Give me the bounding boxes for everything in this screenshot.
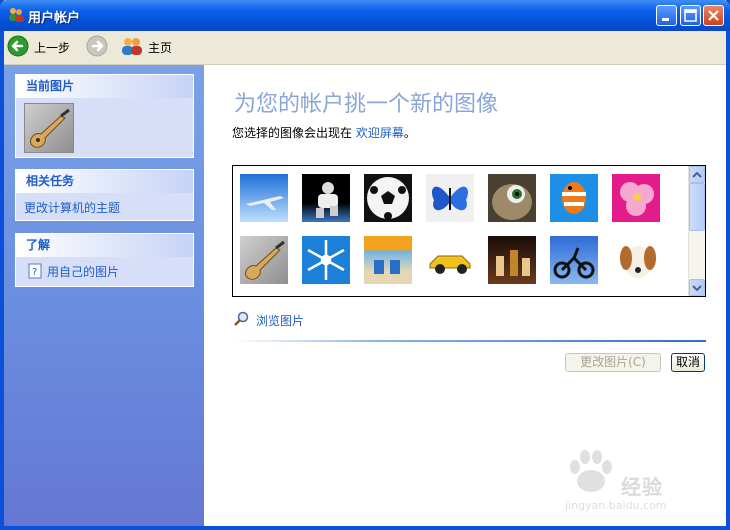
scroll-up-button[interactable] bbox=[689, 166, 705, 183]
page-title: 为您的帐户挑一个新的图像 bbox=[234, 92, 499, 117]
picture-dirt-bike[interactable] bbox=[550, 236, 598, 284]
picture-astronaut[interactable] bbox=[302, 174, 350, 222]
maximize-button[interactable] bbox=[680, 5, 701, 26]
scroll-down-button[interactable] bbox=[689, 279, 705, 296]
magnifier-icon bbox=[234, 311, 250, 330]
picture-fish-face[interactable] bbox=[488, 174, 536, 222]
picture-dog[interactable] bbox=[612, 236, 660, 284]
learn-heading: 了解 bbox=[16, 234, 193, 257]
subtitle-text: 您选择的图像会出现在 bbox=[232, 126, 353, 140]
use-own-picture-link[interactable]: 用自己的图片 bbox=[47, 263, 119, 280]
help-icon: ? bbox=[28, 263, 42, 282]
picture-snowflake[interactable] bbox=[302, 236, 350, 284]
picture-race-car[interactable] bbox=[426, 236, 474, 284]
home-button[interactable]: 主页 bbox=[121, 35, 172, 59]
related-tasks-heading: 相关任务 bbox=[16, 170, 193, 193]
forward-arrow-icon bbox=[86, 35, 108, 60]
picture-beach-chairs[interactable] bbox=[364, 236, 412, 284]
picture-airplane[interactable] bbox=[240, 174, 288, 222]
toolbar: 上一步 主页 bbox=[4, 31, 726, 65]
current-picture-image bbox=[24, 103, 74, 153]
picture-bass-guitar[interactable] bbox=[240, 236, 288, 284]
divider bbox=[232, 340, 706, 342]
users-icon bbox=[7, 7, 25, 23]
close-button[interactable] bbox=[703, 5, 724, 26]
welcome-screen-link[interactable]: 欢迎屏幕 bbox=[356, 126, 404, 140]
browse-pictures-label: 浏览图片 bbox=[256, 314, 305, 328]
minimize-button[interactable] bbox=[656, 5, 677, 26]
title-bar[interactable]: 用户帐户 bbox=[0, 0, 730, 31]
watermark-url: jingyan.baidu.com bbox=[565, 499, 667, 512]
picture-gallery[interactable] bbox=[232, 165, 706, 297]
forward-button[interactable] bbox=[86, 35, 108, 59]
subtitle-suffix: 。 bbox=[403, 126, 416, 140]
back-label: 上一步 bbox=[34, 40, 71, 55]
window-title: 用户帐户 bbox=[28, 11, 81, 26]
watermark-text: 经验 bbox=[621, 475, 663, 499]
picture-butterfly[interactable] bbox=[426, 174, 474, 222]
picture-pink-flower[interactable] bbox=[612, 174, 660, 222]
related-tasks-panel: 相关任务 更改计算机的主题 bbox=[15, 169, 194, 221]
picture-chess[interactable] bbox=[488, 236, 536, 284]
users-home-icon bbox=[121, 36, 143, 59]
scroll-thumb[interactable] bbox=[689, 183, 705, 231]
task-pane: 当前图片 相关任务 更改计算机的主题 了解 ? 用自己的图片 bbox=[4, 65, 204, 526]
change-theme-link[interactable]: 更改计算机的主题 bbox=[24, 199, 120, 216]
back-button[interactable]: 上一步 bbox=[7, 35, 70, 59]
current-picture-panel: 当前图片 bbox=[15, 74, 194, 158]
svg-text:?: ? bbox=[32, 267, 37, 278]
browse-pictures-link[interactable]: 浏览图片 bbox=[234, 311, 304, 330]
home-label: 主页 bbox=[148, 40, 173, 55]
baidu-watermark: 经验 jingyan.baidu.com bbox=[565, 449, 705, 519]
back-arrow-icon bbox=[7, 35, 29, 60]
change-picture-button[interactable]: 更改图片(C) bbox=[565, 353, 661, 372]
cancel-button[interactable]: 取消 bbox=[671, 353, 705, 372]
learn-panel: 了解 ? 用自己的图片 bbox=[15, 233, 194, 287]
picture-orange-fish[interactable] bbox=[550, 174, 598, 222]
picture-soccer-ball[interactable] bbox=[364, 174, 412, 222]
current-picture-heading: 当前图片 bbox=[16, 75, 193, 98]
subtitle: 您选择的图像会出现在 欢迎屏幕。 bbox=[232, 124, 416, 141]
user-accounts-window: 用户帐户 上一步 主页 当前图片 相关任务 更改计算机的主题 了解 ? 用自己的… bbox=[0, 0, 730, 530]
paw-logo-icon bbox=[570, 450, 612, 492]
gallery-scrollbar[interactable] bbox=[688, 166, 705, 296]
